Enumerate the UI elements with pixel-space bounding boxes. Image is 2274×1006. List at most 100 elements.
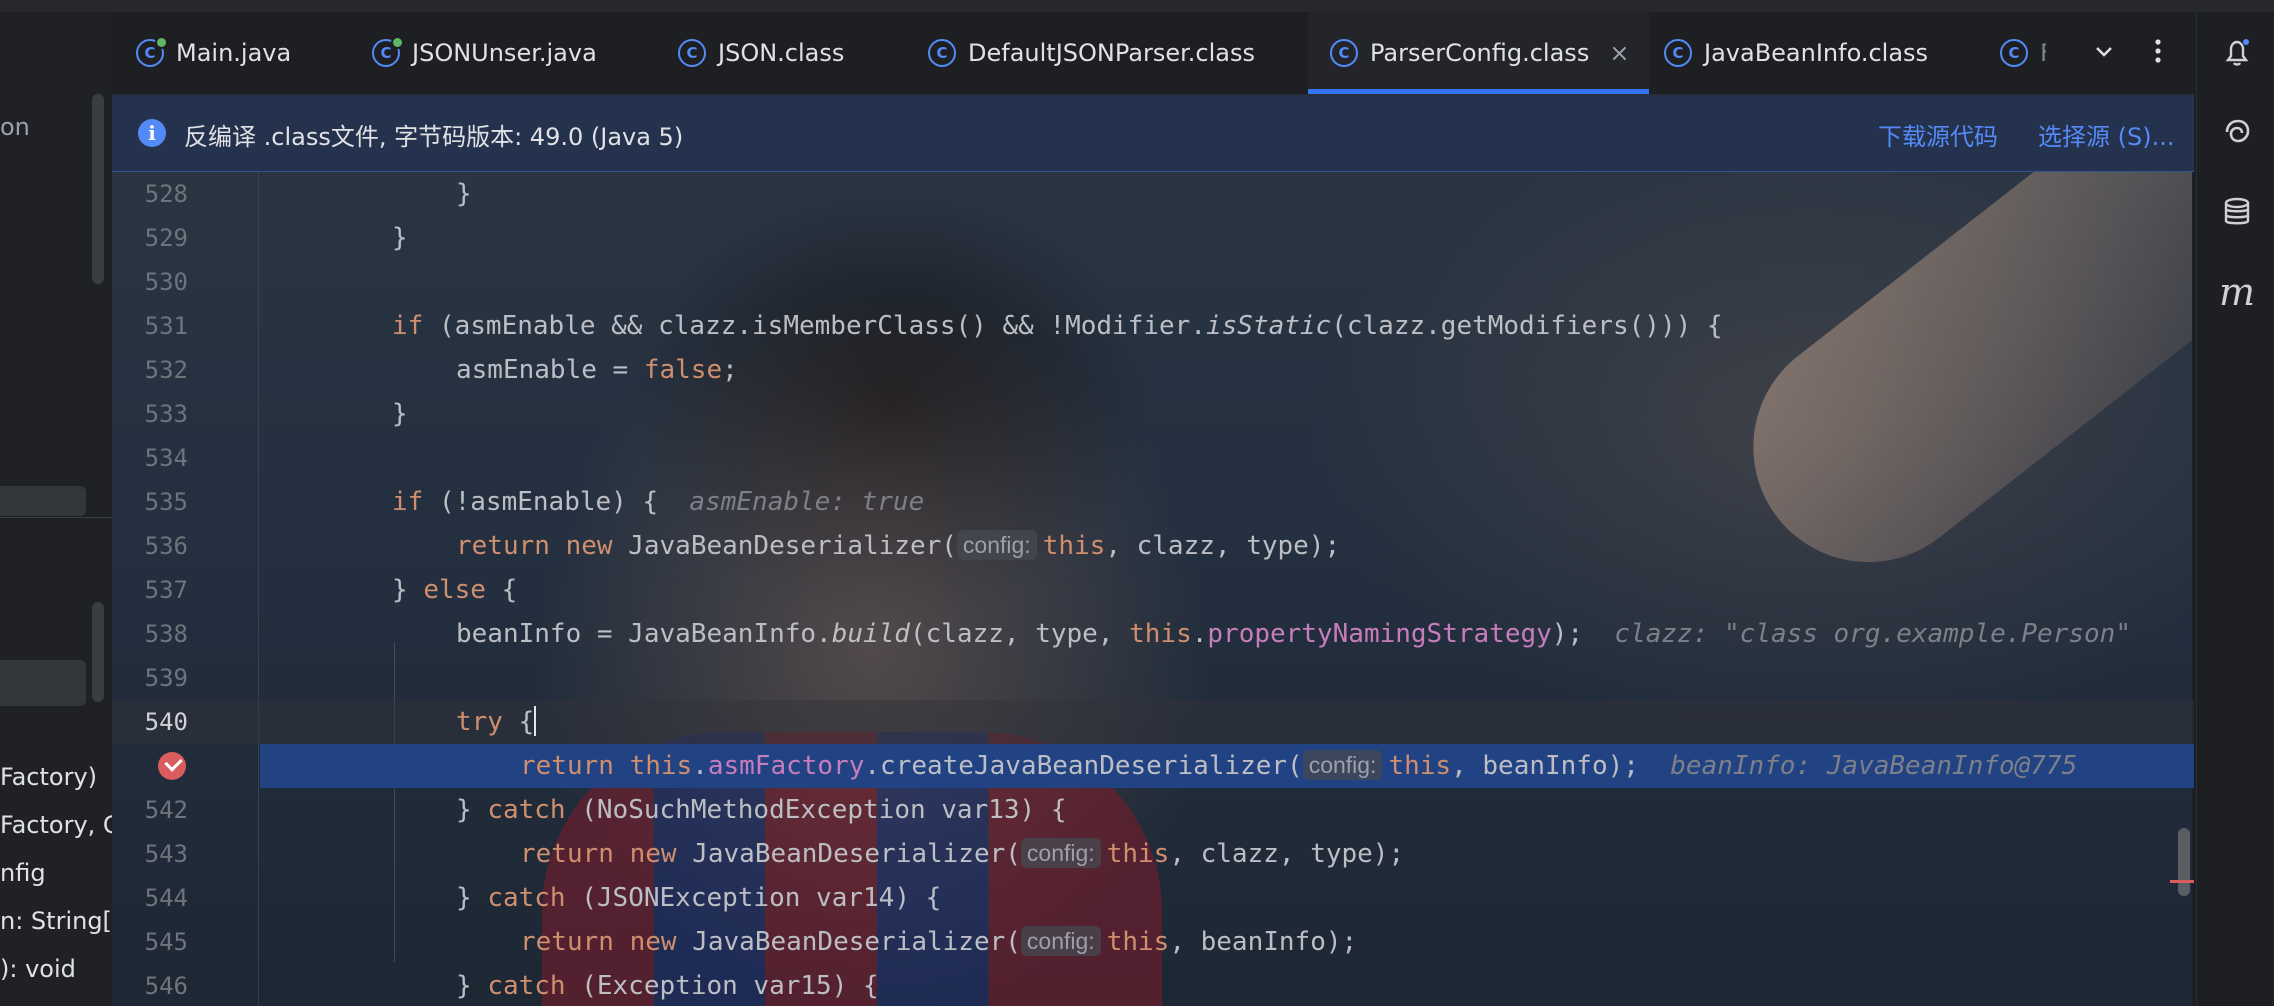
- code-text: return new JavaBeanDeserializer(config: t…: [520, 926, 1358, 957]
- panel-divider: [0, 517, 112, 518]
- code-text: return new JavaBeanDeserializer(config: t…: [456, 530, 1341, 561]
- code-line[interactable]: 546 } catch (Exception var15) {: [112, 964, 2194, 1006]
- maven-icon[interactable]: m: [2219, 273, 2255, 311]
- class-file-icon: C: [1330, 39, 1358, 67]
- structure-item[interactable]: ): void: [0, 955, 76, 983]
- line-number: 542: [144, 796, 188, 824]
- project-panel-scrollbar[interactable]: [92, 94, 104, 284]
- code-text: } catch (JSONException var14) {: [456, 883, 942, 913]
- line-number: 534: [144, 444, 188, 472]
- code-line[interactable]: 532 asmEnable = false;: [112, 348, 2194, 392]
- tab-jsonunser-java[interactable]: C JSONUnser.java: [372, 12, 597, 94]
- line-number: 537: [144, 576, 188, 604]
- editor-scrollbar[interactable]: [2178, 828, 2190, 896]
- tab-label: Main.java: [176, 39, 292, 67]
- tab-javabeaninfo-class[interactable]: C JavaBeanInfo.class: [1664, 12, 1928, 94]
- inline-debug-value: asmEnable: true: [689, 487, 925, 517]
- structure-item[interactable]: nfig: [0, 859, 46, 887]
- line-number: 535: [144, 488, 188, 516]
- code-line[interactable]: 539: [112, 656, 2194, 700]
- structure-panel-scrollbar[interactable]: [92, 602, 104, 702]
- line-number: 530: [144, 268, 188, 296]
- code-line[interactable]: 531 if (asmEnable && clazz.isMemberClass…: [112, 304, 2194, 348]
- code-text: }: [456, 179, 472, 209]
- code-text: if (!asmEnable) { asmEnable: true: [392, 487, 925, 517]
- inline-debug-value: clazz: "class org.example.Person": [1614, 619, 2131, 649]
- tab-label: JSONUnser.java: [412, 39, 597, 67]
- code-line[interactable]: 537 } else {: [112, 568, 2194, 612]
- line-number: 533: [144, 400, 188, 428]
- breakpoint-gutter[interactable]: [112, 744, 260, 788]
- code-line[interactable]: 533 }: [112, 392, 2194, 436]
- code-line[interactable]: 529 }: [112, 216, 2194, 260]
- code-line[interactable]: 544 } catch (JSONException var14) {: [112, 876, 2194, 920]
- class-file-icon: C: [1664, 39, 1692, 67]
- line-number: 536: [144, 532, 188, 560]
- code-line-current[interactable]: 540 try {: [112, 700, 2194, 744]
- code-text: asmEnable = false;: [456, 355, 738, 385]
- right-tool-window-bar: m: [2196, 12, 2274, 1006]
- java-class-icon: C: [136, 36, 168, 67]
- tab-label: JavaBeanInfo.class: [1704, 39, 1929, 67]
- project-tree-item[interactable]: on: [0, 113, 30, 141]
- choose-source-link[interactable]: 选择源 (S)...: [2038, 117, 2174, 152]
- code-line[interactable]: 535 if (!asmEnable) { asmEnable: true: [112, 480, 2194, 524]
- tab-label: JSON.class: [718, 39, 845, 67]
- code-text: } catch (Exception var15) {: [456, 971, 879, 1001]
- code-line[interactable]: 545 return new JavaBeanDeserializer(conf…: [112, 920, 2194, 964]
- parameter-hint: config:: [1020, 926, 1101, 956]
- more-vertical-icon[interactable]: [2146, 36, 2170, 74]
- tab-label: ParserConfig.class: [1370, 39, 1590, 67]
- download-source-link[interactable]: 下载源代码: [1878, 117, 1998, 152]
- code-text: return new JavaBeanDeserializer(config: t…: [520, 838, 1405, 869]
- parameter-hint: config:: [1020, 838, 1101, 868]
- notifications-icon[interactable]: [2219, 34, 2255, 70]
- line-number: 529: [144, 224, 188, 252]
- line-number: 545: [144, 928, 188, 956]
- text-caret: [534, 706, 537, 736]
- class-file-icon: C: [678, 39, 706, 67]
- ai-assistant-icon[interactable]: [2219, 114, 2255, 150]
- line-number: 540: [144, 708, 188, 736]
- tab-main-java[interactable]: C Main.java: [136, 12, 291, 94]
- parameter-hint: config:: [956, 530, 1037, 560]
- code-line[interactable]: 542 } catch (NoSuchMethodException var13…: [112, 788, 2194, 832]
- code-line[interactable]: 543 return new JavaBeanDeserializer(conf…: [112, 832, 2194, 876]
- project-tree-selection: [0, 486, 86, 516]
- code-line[interactable]: 538 beanInfo = JavaBeanInfo.build(clazz,…: [112, 612, 2194, 656]
- error-stripe-marker[interactable]: [2170, 880, 2194, 883]
- line-number: 531: [144, 312, 188, 340]
- active-tab-indicator: [1308, 89, 1650, 94]
- java-class-icon: C: [372, 36, 404, 67]
- tab-parserconfig-class[interactable]: C ParserConfig.class ×: [1308, 12, 1650, 94]
- tab-json-class[interactable]: C JSON.class: [678, 12, 844, 94]
- class-file-icon: C: [2000, 39, 2028, 67]
- code-text: } else {: [392, 575, 518, 605]
- project-tree-selection: [0, 660, 86, 706]
- code-line[interactable]: 528 }: [112, 172, 2194, 216]
- structure-item[interactable]: n: String[]: [0, 907, 112, 935]
- line-number: 544: [144, 884, 188, 912]
- breakpoint-icon[interactable]: [158, 752, 186, 780]
- project-panel[interactable]: on Factory) Factory, Cl nfig n: String[]…: [0, 12, 113, 1006]
- code-line[interactable]: 534: [112, 436, 2194, 480]
- structure-item[interactable]: Factory, Cl: [0, 811, 112, 839]
- database-icon[interactable]: [2219, 194, 2255, 230]
- info-icon: i: [138, 119, 166, 147]
- class-file-icon: C: [928, 39, 956, 67]
- code-editor[interactable]: 528 } 529 } 530 531 if (asmEnable && cla…: [112, 172, 2194, 1006]
- code-line[interactable]: 530: [112, 260, 2194, 304]
- structure-item[interactable]: Factory): [0, 763, 97, 791]
- line-number: 539: [144, 664, 188, 692]
- code-text: } catch (NoSuchMethodException var13) {: [456, 795, 1067, 825]
- execution-point-line[interactable]: return this.asmFactory.createJavaBeanDes…: [260, 744, 2194, 788]
- chevron-down-icon[interactable]: [2092, 36, 2116, 71]
- code-text: }: [392, 223, 408, 253]
- code-text: }: [392, 399, 408, 429]
- code-line[interactable]: 536 return new JavaBeanDeserializer(conf…: [112, 524, 2194, 568]
- tab-overflow-area: [2046, 12, 2194, 94]
- close-icon[interactable]: ×: [1609, 39, 1629, 67]
- tab-defaultjsonparser-class[interactable]: C DefaultJSONParser.class: [928, 12, 1255, 94]
- decompiler-banner: i 反编译 .class文件, 字节码版本: 49.0 (Java 5) 下载源…: [112, 95, 2194, 172]
- parameter-hint: config:: [1302, 750, 1383, 780]
